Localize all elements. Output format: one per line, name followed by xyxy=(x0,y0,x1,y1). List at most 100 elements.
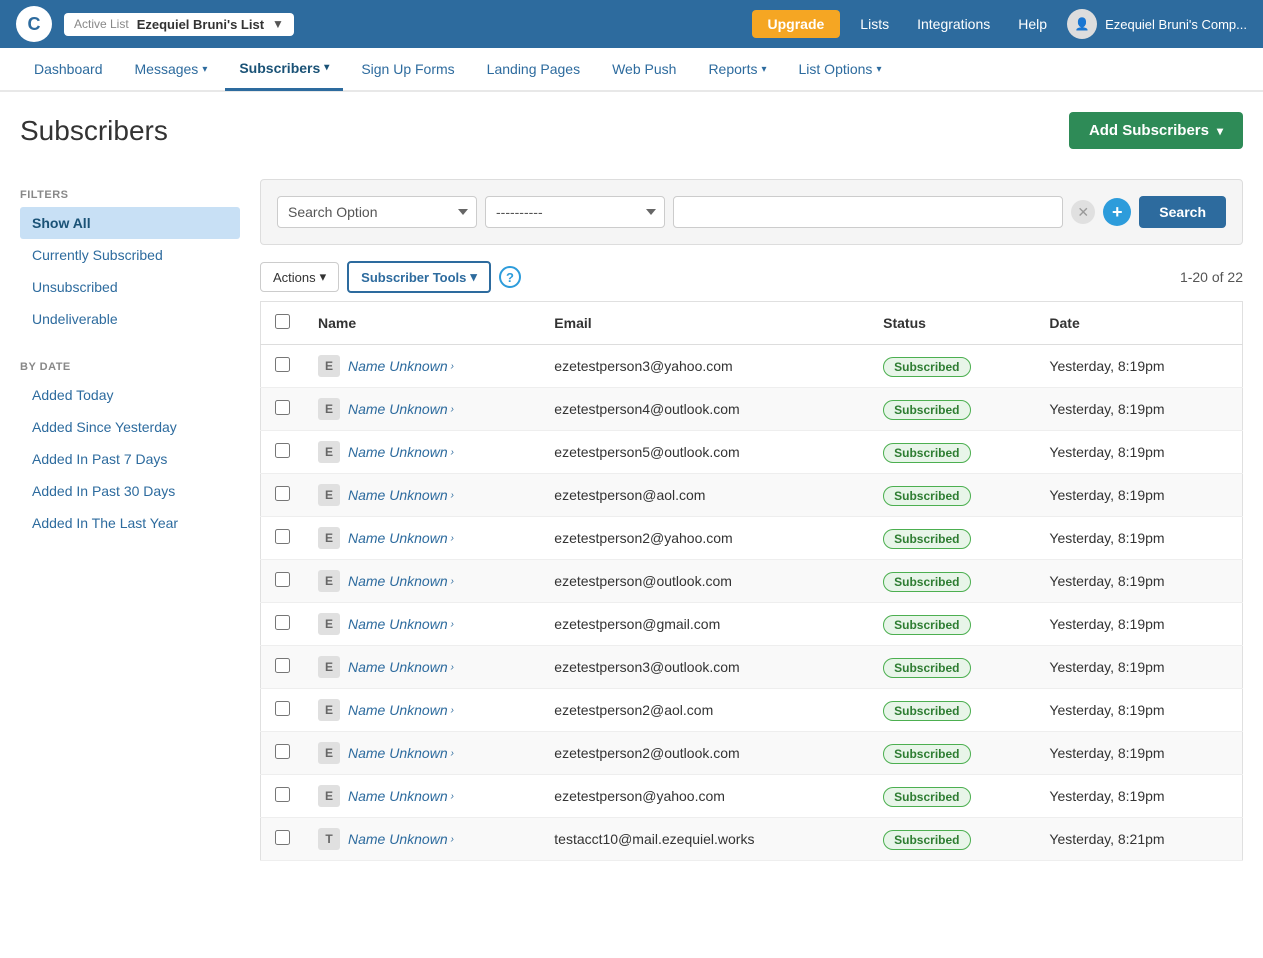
nav-reports[interactable]: Reports ▾ xyxy=(694,49,780,89)
row-checkbox-cell[interactable] xyxy=(261,345,305,388)
search-add-button[interactable]: + xyxy=(1103,198,1131,226)
name-badge: T xyxy=(318,828,340,850)
row-checkbox-cell[interactable] xyxy=(261,560,305,603)
row-checkbox[interactable] xyxy=(275,400,290,415)
sidebar-item-undeliverable[interactable]: Undeliverable xyxy=(20,303,240,335)
top-nav-integrations[interactable]: Integrations xyxy=(909,16,998,32)
row-checkbox[interactable] xyxy=(275,357,290,372)
subscriber-name-link[interactable]: Name Unknown › xyxy=(348,616,454,632)
nav-landing-pages[interactable]: Landing Pages xyxy=(473,49,594,89)
row-checkbox[interactable] xyxy=(275,830,290,845)
row-checkbox[interactable] xyxy=(275,615,290,630)
actions-button[interactable]: Actions ▾ xyxy=(260,262,339,292)
row-checkbox[interactable] xyxy=(275,486,290,501)
chevron-right-icon: › xyxy=(451,748,454,759)
sidebar-item-added-since-yesterday[interactable]: Added Since Yesterday xyxy=(20,411,240,443)
subscriber-name-link[interactable]: Name Unknown › xyxy=(348,702,454,718)
name-cell: E Name Unknown › xyxy=(304,689,540,732)
sidebar-item-added-today[interactable]: Added Today xyxy=(20,379,240,411)
nav-subscribers[interactable]: Subscribers ▾ xyxy=(225,48,343,91)
page-header: Subscribers Add Subscribers ▾ xyxy=(0,92,1263,159)
subscriber-name-link[interactable]: Name Unknown › xyxy=(348,530,454,546)
date-cell: Yesterday, 8:19pm xyxy=(1035,345,1242,388)
nav-signup-forms[interactable]: Sign Up Forms xyxy=(347,49,468,89)
subscriber-name-link[interactable]: Name Unknown › xyxy=(348,659,454,675)
chevron-right-icon: › xyxy=(451,619,454,630)
name-cell: T Name Unknown › xyxy=(304,818,540,861)
name-badge: E xyxy=(318,656,340,678)
subscriber-tools-button[interactable]: Subscriber Tools ▾ xyxy=(347,261,491,293)
date-cell: Yesterday, 8:19pm xyxy=(1035,689,1242,732)
row-checkbox-cell[interactable] xyxy=(261,474,305,517)
search-clear-button[interactable]: ✕ xyxy=(1071,200,1095,224)
row-checkbox[interactable] xyxy=(275,701,290,716)
status-cell: Subscribed xyxy=(869,603,1035,646)
chevron-right-icon: › xyxy=(451,834,454,845)
user-menu[interactable]: 👤 Ezequiel Bruni's Comp... xyxy=(1067,9,1247,39)
status-badge: Subscribed xyxy=(883,787,970,807)
by-date-section-title: BY DATE xyxy=(20,351,240,379)
row-checkbox-cell[interactable] xyxy=(261,775,305,818)
chevron-down-icon: ▾ xyxy=(470,269,477,285)
subscriber-name-link[interactable]: Name Unknown › xyxy=(348,745,454,761)
page-content: FILTERS Show All Currently Subscribed Un… xyxy=(0,159,1263,881)
row-checkbox[interactable] xyxy=(275,658,290,673)
select-all-checkbox[interactable] xyxy=(275,314,290,329)
nav-list-options[interactable]: List Options ▾ xyxy=(785,49,896,89)
name-cell: E Name Unknown › xyxy=(304,646,540,689)
sidebar-item-added-last-year[interactable]: Added In The Last Year xyxy=(20,507,240,539)
row-checkbox[interactable] xyxy=(275,787,290,802)
pagination-info: 1-20 of 22 xyxy=(1180,269,1243,285)
row-checkbox-cell[interactable] xyxy=(261,517,305,560)
search-text-input[interactable] xyxy=(673,196,1063,228)
email-cell: ezetestperson@yahoo.com xyxy=(540,775,869,818)
sidebar-item-show-all[interactable]: Show All xyxy=(20,207,240,239)
upgrade-button[interactable]: Upgrade xyxy=(752,10,841,38)
help-icon[interactable]: ? xyxy=(499,266,521,288)
subscriber-name-link[interactable]: Name Unknown › xyxy=(348,573,454,589)
select-all-header[interactable] xyxy=(261,302,305,345)
row-checkbox-cell[interactable] xyxy=(261,388,305,431)
active-list-name: Ezequiel Bruni's List xyxy=(137,17,264,32)
row-checkbox-cell[interactable] xyxy=(261,732,305,775)
row-checkbox[interactable] xyxy=(275,744,290,759)
add-subscribers-button[interactable]: Add Subscribers ▾ xyxy=(1069,112,1243,149)
sidebar-item-unsubscribed[interactable]: Unsubscribed xyxy=(20,271,240,303)
top-nav-help[interactable]: Help xyxy=(1010,16,1055,32)
subscriber-name-link[interactable]: Name Unknown › xyxy=(348,487,454,503)
search-option-select[interactable]: Search Option xyxy=(277,196,477,228)
status-badge: Subscribed xyxy=(883,744,970,764)
table-row: E Name Unknown › ezetestperson@outlook.c… xyxy=(261,560,1243,603)
nav-dashboard[interactable]: Dashboard xyxy=(20,49,117,89)
name-badge: E xyxy=(318,355,340,377)
email-cell: ezetestperson2@aol.com xyxy=(540,689,869,732)
sidebar-item-added-past-30-days[interactable]: Added In Past 30 Days xyxy=(20,475,240,507)
row-checkbox-cell[interactable] xyxy=(261,431,305,474)
email-cell: ezetestperson2@yahoo.com xyxy=(540,517,869,560)
email-cell: ezetestperson@outlook.com xyxy=(540,560,869,603)
nav-messages[interactable]: Messages ▾ xyxy=(121,49,222,89)
search-value-select[interactable]: ---------- xyxy=(485,196,665,228)
sidebar-item-added-past-7-days[interactable]: Added In Past 7 Days xyxy=(20,443,240,475)
top-nav-lists[interactable]: Lists xyxy=(852,16,897,32)
status-badge: Subscribed xyxy=(883,357,970,377)
row-checkbox-cell[interactable] xyxy=(261,689,305,732)
name-badge: E xyxy=(318,699,340,721)
row-checkbox-cell[interactable] xyxy=(261,603,305,646)
row-checkbox-cell[interactable] xyxy=(261,818,305,861)
name-badge: E xyxy=(318,484,340,506)
row-checkbox[interactable] xyxy=(275,572,290,587)
active-list-selector[interactable]: Active List Ezequiel Bruni's List ▼ xyxy=(64,13,294,36)
subscriber-name-link[interactable]: Name Unknown › xyxy=(348,788,454,804)
row-checkbox-cell[interactable] xyxy=(261,646,305,689)
subscriber-name-link[interactable]: Name Unknown › xyxy=(348,444,454,460)
subscriber-name-link[interactable]: Name Unknown › xyxy=(348,831,454,847)
row-checkbox[interactable] xyxy=(275,443,290,458)
sidebar-item-currently-subscribed[interactable]: Currently Subscribed xyxy=(20,239,240,271)
status-badge: Subscribed xyxy=(883,400,970,420)
subscriber-name-link[interactable]: Name Unknown › xyxy=(348,358,454,374)
nav-web-push[interactable]: Web Push xyxy=(598,49,690,89)
row-checkbox[interactable] xyxy=(275,529,290,544)
subscriber-name-link[interactable]: Name Unknown › xyxy=(348,401,454,417)
search-button[interactable]: Search xyxy=(1139,196,1226,228)
